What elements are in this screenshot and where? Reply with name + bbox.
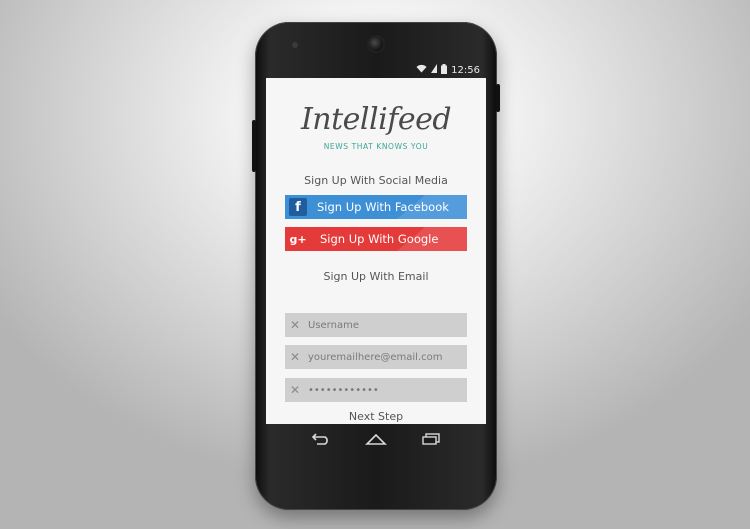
email-input[interactable] (305, 345, 467, 369)
clear-icon[interactable]: ✕ (285, 350, 305, 364)
status-bar: 12:56 (266, 62, 486, 78)
google-signup-button[interactable]: g+ Sign Up With Google (285, 227, 467, 251)
facebook-icon: f (289, 198, 307, 216)
sensor-dot (292, 42, 298, 48)
phone-device: 12:56 Intellifeed NEWS THAT KNOWS YOU Si… (252, 22, 500, 510)
facebook-signup-label: Sign Up With Facebook (317, 200, 449, 214)
username-input[interactable] (305, 313, 467, 337)
social-heading: Sign Up With Social Media (304, 174, 448, 187)
password-field: ✕ (285, 378, 467, 402)
app-logo: Intellifeed (300, 102, 452, 137)
google-plus-icon: g+ (289, 232, 307, 246)
power-button (496, 84, 500, 112)
password-input[interactable] (305, 378, 467, 402)
next-step-button[interactable]: Next Step (266, 410, 486, 423)
nav-bar (266, 426, 486, 452)
clear-icon[interactable]: ✕ (285, 318, 305, 332)
username-field: ✕ (285, 313, 467, 337)
email-heading: Sign Up With Email (323, 270, 429, 283)
signal-icon (431, 64, 438, 76)
back-icon[interactable] (311, 430, 331, 449)
google-signup-label: Sign Up With Google (320, 232, 439, 246)
clear-icon[interactable]: ✕ (285, 383, 305, 397)
front-camera (369, 37, 383, 51)
wifi-icon (416, 64, 427, 76)
app-screen: Intellifeed NEWS THAT KNOWS YOU Sign Up … (266, 78, 486, 424)
clock: 12:56 (451, 64, 480, 76)
facebook-signup-button[interactable]: f Sign Up With Facebook (285, 195, 467, 219)
home-icon[interactable] (365, 430, 387, 449)
email-field: ✕ (285, 345, 467, 369)
recents-icon[interactable] (421, 430, 441, 449)
volume-button (252, 120, 256, 172)
battery-icon (441, 63, 448, 77)
app-tagline: NEWS THAT KNOWS YOU (323, 142, 429, 151)
